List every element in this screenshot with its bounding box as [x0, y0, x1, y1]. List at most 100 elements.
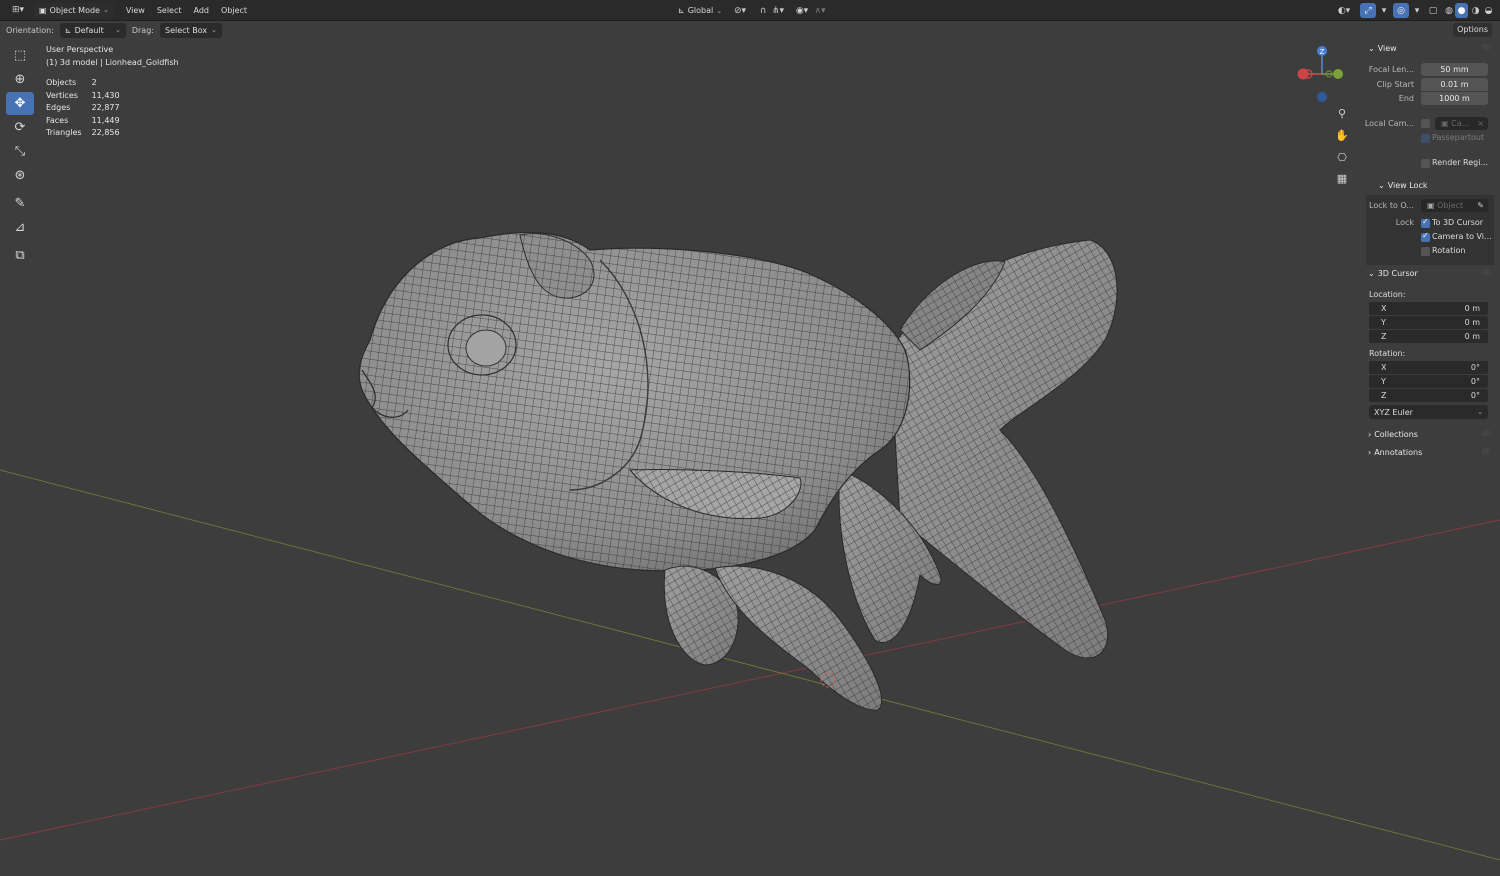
mode-label: Object Mode	[49, 5, 100, 15]
annotate-tool-icon[interactable]: ✎	[6, 192, 34, 215]
snap-icon[interactable]: ∩	[755, 3, 771, 18]
proportional-editing-icon[interactable]: ◉▾	[794, 3, 810, 18]
focal-length-field[interactable]: 50 mm	[1421, 63, 1488, 76]
stat-value: 11,430	[91, 90, 120, 100]
measure-tool-icon[interactable]: ⊿	[6, 216, 34, 239]
rotate-tool-icon[interactable]: ⟳	[6, 116, 34, 139]
stat-row: Triangles 22,856	[46, 127, 130, 140]
axis-label: X	[1381, 304, 1387, 313]
annotations-title: Annotations	[1374, 448, 1423, 457]
menu-select[interactable]: Select	[151, 0, 188, 21]
left-toolbar: ⬚ ⊕ ✥ ⟳ ⤡ ⊛ ✎ ⊿ ⧉	[6, 44, 34, 268]
visibility-icon[interactable]: ◐▾	[1336, 3, 1352, 18]
orientation-label: Global	[687, 6, 714, 15]
collections-section-header[interactable]: › Collections	[1368, 430, 1418, 439]
local-camera-field[interactable]: ▣ Ca... ×	[1435, 117, 1488, 130]
tool-settings-bar: Orientation: ⊾ Default ⌄ Drag: Select Bo…	[0, 21, 1500, 39]
overlays-toggle-icon[interactable]: ◎	[1393, 3, 1409, 18]
select-box-tool-icon[interactable]: ⬚	[6, 44, 34, 67]
view-section-header[interactable]: ⌄ View	[1368, 44, 1397, 53]
cursor-tool-icon[interactable]: ⊕	[6, 68, 34, 91]
view-section-title: View	[1377, 44, 1397, 53]
local-camera-checkbox[interactable]	[1421, 119, 1430, 128]
passepartout-checkbox[interactable]	[1421, 134, 1430, 143]
transform-orientation-dropdown[interactable]: ⊾ Global ⌄	[673, 3, 727, 18]
clip-end-field[interactable]: 1000 m	[1421, 92, 1488, 105]
rotation-label: Rotation:	[1369, 349, 1406, 358]
axis-label: Y	[1381, 377, 1386, 386]
gizmo-z-label: Z	[1320, 48, 1325, 56]
lock-to-3d-cursor-checkbox[interactable]	[1421, 217, 1430, 228]
lock-to-3d-cursor-label: To 3D Cursor	[1432, 218, 1484, 227]
viewport-canvas[interactable]	[0, 0, 1500, 876]
shading-material-icon[interactable]: ◑	[1469, 3, 1482, 18]
navigation-gizmo[interactable]: Z	[1290, 40, 1360, 110]
drag-dropdown[interactable]: Select Box ⌄	[159, 22, 222, 38]
mode-dropdown[interactable]: ▣ Object Mode ⌄	[34, 2, 114, 18]
editor-type-icon[interactable]: ⊞▾	[8, 3, 28, 18]
chevron-right-icon: ›	[1368, 430, 1372, 439]
orientation-value: Default	[74, 25, 104, 35]
cursor-location-y-field[interactable]: Y 0 m	[1369, 316, 1488, 329]
render-region-checkbox[interactable]	[1421, 159, 1430, 168]
axis-value: 0°	[1470, 391, 1480, 400]
pivot-point-icon[interactable]: ⊘▾	[732, 3, 748, 18]
orientation-dropdown[interactable]: ⊾ Default ⌄	[59, 22, 126, 38]
scale-tool-icon[interactable]: ⤡	[6, 140, 34, 163]
axis-label: Z	[1381, 332, 1387, 341]
options-button[interactable]: Options	[1453, 23, 1492, 37]
gizmo-toggle-icon[interactable]: ⤢	[1360, 3, 1376, 18]
cursor-rotation-x-field[interactable]: X 0°	[1369, 361, 1488, 374]
view-lock-section-header[interactable]: ⌄ View Lock	[1378, 181, 1427, 190]
pan-hand-icon[interactable]: ✋	[1333, 126, 1351, 144]
xray-icon[interactable]: ▢	[1425, 3, 1441, 18]
orientation-icon: ⊾	[678, 6, 685, 15]
snap-increment-icon[interactable]: ⋔▾	[770, 3, 786, 18]
location-label: Location:	[1369, 290, 1406, 299]
annotations-section-header[interactable]: › Annotations	[1368, 448, 1422, 457]
add-cube-tool-icon[interactable]: ⧉	[6, 244, 34, 267]
cursor-location-z-field[interactable]: Z 0 m	[1369, 330, 1488, 343]
cursor-rotation-y-field[interactable]: Y 0°	[1369, 375, 1488, 388]
shading-solid-icon[interactable]: ●	[1455, 3, 1468, 18]
overlays-dropdown-icon[interactable]: ▾	[1409, 3, 1425, 18]
orientation-label: Orientation:	[6, 25, 54, 35]
perspective-grid-icon[interactable]: ▦	[1333, 169, 1351, 187]
move-tool-icon[interactable]: ✥	[6, 92, 34, 115]
menu-object[interactable]: Object	[215, 0, 253, 21]
goldfish-mesh[interactable]	[358, 231, 1118, 711]
chevron-down-icon: ⌄	[716, 6, 723, 15]
drag-grip-icon[interactable]: ⠿⠿	[1482, 448, 1491, 456]
gizmo-dropdown-icon[interactable]: ▾	[1376, 3, 1392, 18]
rotation-mode-dropdown[interactable]: XYZ Euler ⌄	[1369, 405, 1488, 419]
drag-grip-icon[interactable]: ⠿⠿	[1482, 44, 1491, 52]
cursor-rotation-z-field[interactable]: Z 0°	[1369, 389, 1488, 402]
stat-value: 2	[91, 78, 97, 88]
menu-view[interactable]: View	[120, 0, 151, 21]
focal-length-label: Focal Len...	[1368, 65, 1414, 74]
drag-grip-icon[interactable]: ⠿⠿	[1482, 430, 1491, 438]
camera-icon: ▣	[1441, 119, 1449, 128]
camera-view-icon[interactable]: ⎔	[1333, 148, 1351, 166]
clip-start-label: Clip Start	[1376, 80, 1414, 89]
eyedropper-icon[interactable]: ✎	[1477, 199, 1484, 212]
3d-cursor-section-header[interactable]: ⌄ 3D Cursor	[1368, 269, 1418, 278]
lock-rotation-checkbox[interactable]	[1421, 247, 1430, 256]
close-icon[interactable]: ×	[1477, 117, 1484, 130]
falloff-icon[interactable]: ∧▾	[812, 3, 828, 18]
shading-rendered-icon[interactable]: ◒	[1482, 3, 1495, 18]
drag-grip-icon[interactable]: ⠿⠿	[1482, 269, 1491, 277]
chevron-down-icon: ⌄	[1368, 44, 1375, 53]
clip-start-field[interactable]: 0.01 m	[1421, 78, 1488, 91]
camera-to-view-checkbox[interactable]	[1421, 231, 1430, 242]
object-mode-icon: ▣	[39, 5, 47, 15]
cursor-location-x-field[interactable]: X 0 m	[1369, 302, 1488, 315]
lock-to-object-placeholder: Object	[1437, 201, 1464, 210]
transform-tool-icon[interactable]: ⊛	[6, 164, 34, 187]
scene-statistics: Objects 2 Vertices 11,430 Edges 22,877 Face…	[46, 77, 130, 140]
3d-cursor-title: 3D Cursor	[1377, 269, 1418, 278]
zoom-icon[interactable]: ⚲	[1333, 104, 1351, 122]
lock-to-object-field[interactable]: ▣ Object ✎	[1421, 199, 1488, 212]
menu-add[interactable]: Add	[188, 0, 216, 21]
passepartout-label: Passepartout	[1432, 133, 1485, 142]
